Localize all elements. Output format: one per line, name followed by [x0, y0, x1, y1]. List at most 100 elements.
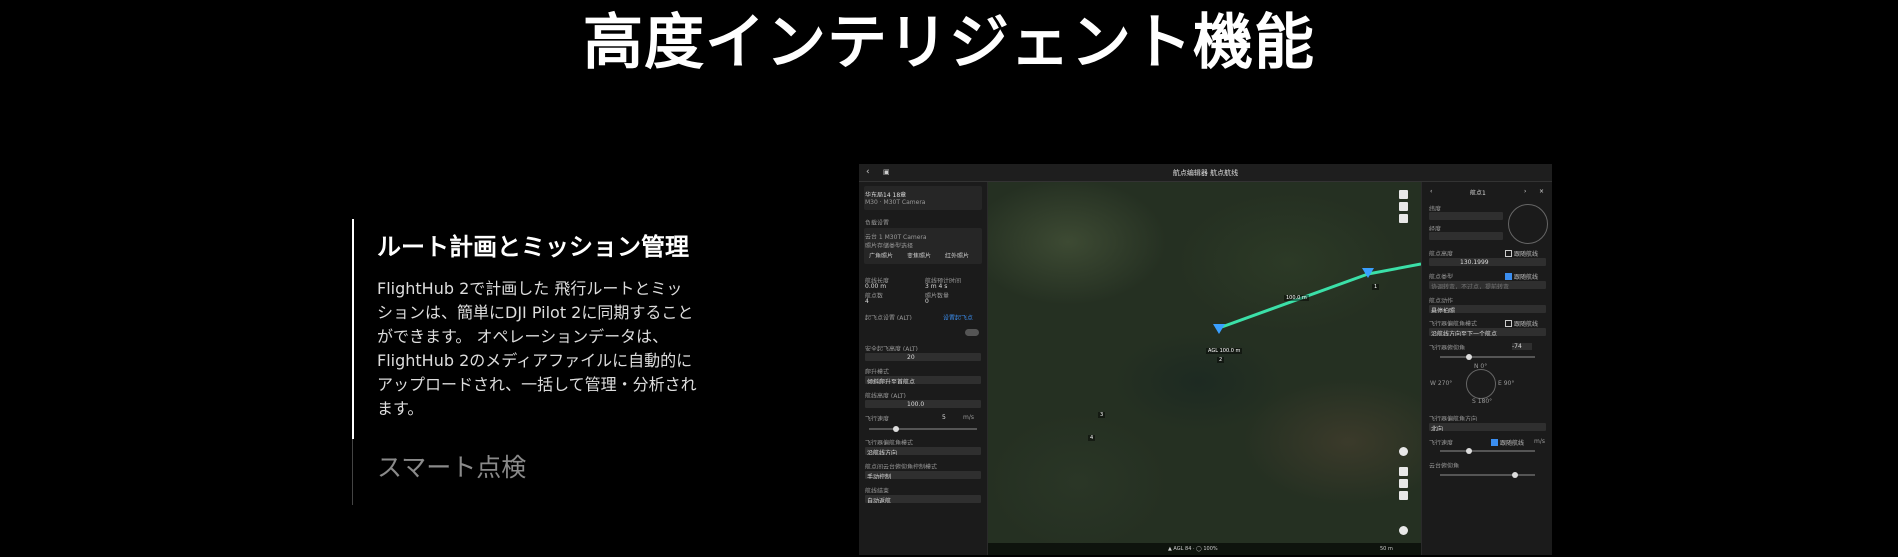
- map-layer-icon[interactable]: [1399, 190, 1408, 199]
- waypoint-title: 航点1: [1470, 190, 1486, 195]
- waypoint-action-label: 航点动作: [1429, 298, 1454, 303]
- heading-mode-value: 沿航线方向: [867, 450, 898, 455]
- stat-value: 4: [865, 298, 869, 305]
- finish-action-label: 航线结束: [865, 488, 890, 493]
- route-segment: [1218, 272, 1369, 330]
- speed-unit: m/s: [1534, 438, 1545, 445]
- app-titlebar: ‹ ▣ 航点编辑器 航点航线: [859, 164, 1552, 182]
- map-avatar-icon[interactable]: [1399, 447, 1408, 456]
- close-icon[interactable]: ×: [1539, 188, 1547, 195]
- stat-value: 3 m 4 s: [925, 283, 948, 290]
- finish-action-value: 自动返航: [867, 498, 892, 503]
- route-settings-panel: 华东局14 18章 M30 · M30T Camera 负载设置 云台 1 M3…: [859, 182, 988, 555]
- waypoint-altitude-label: AGL 100.0 m: [1206, 348, 1243, 354]
- stat-value: 0.00 m: [865, 283, 887, 290]
- route-name: 华东局14 18章: [865, 192, 907, 197]
- waypoint-type-label: 航点类型: [1429, 274, 1454, 279]
- map-scale: 50 m: [1380, 546, 1393, 552]
- speed-slider-handle[interactable]: [893, 426, 899, 432]
- route-altitude-value: 100.0: [907, 401, 925, 408]
- pitch-value[interactable]: -74: [1512, 343, 1532, 350]
- heading-direction-label: 飞行器偏航角方向: [1429, 416, 1478, 421]
- gimbal-mode-value: 手动控制: [867, 474, 892, 479]
- segment-length-label: 100.0 m: [1284, 295, 1309, 301]
- pitch-label: 飞行器俯仰角: [1429, 345, 1466, 350]
- zoom-out-icon[interactable]: [1399, 479, 1408, 488]
- route-segment: [1367, 262, 1421, 276]
- map-ruler-icon[interactable]: [1399, 202, 1408, 211]
- speed-unit: m/s: [963, 414, 974, 421]
- camera-name: 云台 1 M30T Camera: [865, 234, 927, 239]
- heading-east: E 90°: [1498, 380, 1515, 387]
- map-status-bar: ▲ AGL 84 · ◯ 100% 50 m: [988, 543, 1421, 555]
- longitude-input[interactable]: [1429, 232, 1503, 240]
- follow-route-checkbox[interactable]: 跟随航线: [1505, 272, 1545, 281]
- feature-list: ルート計画とミッション管理 FlightHub 2で計画した 飛行ルートとミッシ…: [352, 219, 712, 505]
- follow-route-checkbox[interactable]: 跟随航线: [1491, 438, 1531, 447]
- longitude-label: 经度: [1429, 226, 1442, 231]
- waypoint-speed-label: 飞行速度: [1429, 440, 1454, 445]
- yaw-mode-label: 飞行器偏航角模式: [1429, 321, 1478, 326]
- map-fit-icon[interactable]: [1399, 491, 1408, 500]
- takeoff-label: 起飞点设置 (ALT): [865, 315, 912, 320]
- next-waypoint-icon[interactable]: ›: [1524, 188, 1532, 195]
- feature-item-route-planning[interactable]: ルート計画とミッション管理 FlightHub 2で計画した 飛行ルートとミッシ…: [352, 219, 712, 439]
- safe-altitude-value: 20: [907, 354, 915, 361]
- waypoint-number: 4: [1088, 435, 1096, 441]
- climb-mode-value: 倾斜爬升至首航点: [867, 379, 916, 384]
- feature-heading: ルート計画とミッション管理: [377, 233, 689, 261]
- waypoint-number: 2: [1217, 357, 1225, 363]
- speed-slider[interactable]: [869, 428, 977, 430]
- satellite-map[interactable]: AGL 100.0 m 100.0 m 1 2 3 4 ▲ AGL 84 · ◯…: [988, 182, 1421, 555]
- heading-dial[interactable]: [1466, 369, 1496, 399]
- feature-description: FlightHub 2で計画した 飛行ルートとミッションは、簡単にDJI Pil…: [377, 279, 697, 418]
- device-name: M30 · M30T Camera: [865, 199, 926, 206]
- heading-direction-value: 北向: [1431, 426, 1444, 431]
- latitude-label: 纬度: [1429, 206, 1442, 211]
- latitude-input[interactable]: [1429, 212, 1503, 220]
- checkbox-zoom[interactable]: 变焦照片: [907, 251, 939, 258]
- stat-value: 0: [925, 298, 929, 305]
- prev-waypoint-icon[interactable]: ‹: [1430, 188, 1438, 195]
- stat-label: 照片数量: [925, 293, 950, 298]
- gimbal-pitch-handle[interactable]: [1512, 472, 1518, 478]
- checkbox-wide[interactable]: 广角照片: [869, 251, 901, 258]
- waypoint-altitude-value: 130.1999: [1460, 259, 1489, 266]
- set-takeoff-link[interactable]: 设置起飞点: [943, 313, 981, 320]
- waypoint-speed-slider[interactable]: [1440, 450, 1535, 452]
- map-status-text: ▲ AGL 84 · ◯ 100%: [1168, 546, 1218, 552]
- waypoint-number: 1: [1372, 284, 1380, 290]
- feature-item-smart-inspection[interactable]: スマート点検: [352, 439, 712, 505]
- joystick-pad[interactable]: [1508, 204, 1548, 244]
- checkbox-ir[interactable]: 红外照片: [945, 251, 977, 258]
- flight-route-line: [1218, 262, 1421, 330]
- safe-altitude-label: 安全起飞高度 (ALT): [865, 346, 918, 351]
- toggle-switch[interactable]: [965, 329, 979, 336]
- follow-route-checkbox[interactable]: 跟随航线: [1505, 319, 1545, 328]
- heading-south: S 180°: [1472, 398, 1493, 405]
- gimbal-mode-label: 航点间云台俯仰角控制模式: [865, 464, 938, 469]
- zoom-in-icon[interactable]: [1399, 467, 1408, 476]
- map-locate-icon[interactable]: [1399, 214, 1408, 223]
- page-title: 高度インテリジェント機能: [583, 8, 1315, 78]
- waypoint-settings-panel: ‹ 航点1 › × 纬度 经度 航点高度 跟随航线 130.1999 航点类型 …: [1421, 182, 1552, 555]
- heading-north: N 0°: [1474, 363, 1488, 370]
- heading-west: W 270°: [1430, 380, 1453, 387]
- gimbal-pitch-label: 云台俯仰角: [1429, 463, 1460, 468]
- app-screenshot: ‹ ▣ 航点编辑器 航点航线 华东局14 18章 M30 · M30T Came…: [859, 164, 1552, 555]
- pitch-slider-handle[interactable]: [1466, 354, 1472, 360]
- waypoint-type-value: 协调转弯，不过点，提前转弯: [1431, 284, 1510, 289]
- follow-route-checkbox[interactable]: 跟随航线: [1505, 249, 1545, 258]
- camera-section-label: 负载设置: [865, 220, 890, 225]
- waypoint-number: 3: [1098, 412, 1106, 418]
- speed-value[interactable]: 5: [942, 414, 956, 421]
- stat-label: 航线长度: [865, 278, 890, 283]
- waypoint-speed-handle[interactable]: [1466, 448, 1472, 454]
- heading-mode-label: 飞行器偏航角模式: [865, 440, 914, 445]
- compass-icon[interactable]: [1399, 526, 1408, 535]
- waypoint-altitude-label: 航点高度: [1429, 251, 1454, 256]
- route-altitude-label: 航线高度 (ALT): [865, 393, 906, 398]
- gimbal-pitch-slider[interactable]: [1440, 474, 1535, 476]
- waypoint-action-value: 悬停拍照: [1431, 308, 1456, 313]
- pitch-slider[interactable]: [1440, 356, 1535, 358]
